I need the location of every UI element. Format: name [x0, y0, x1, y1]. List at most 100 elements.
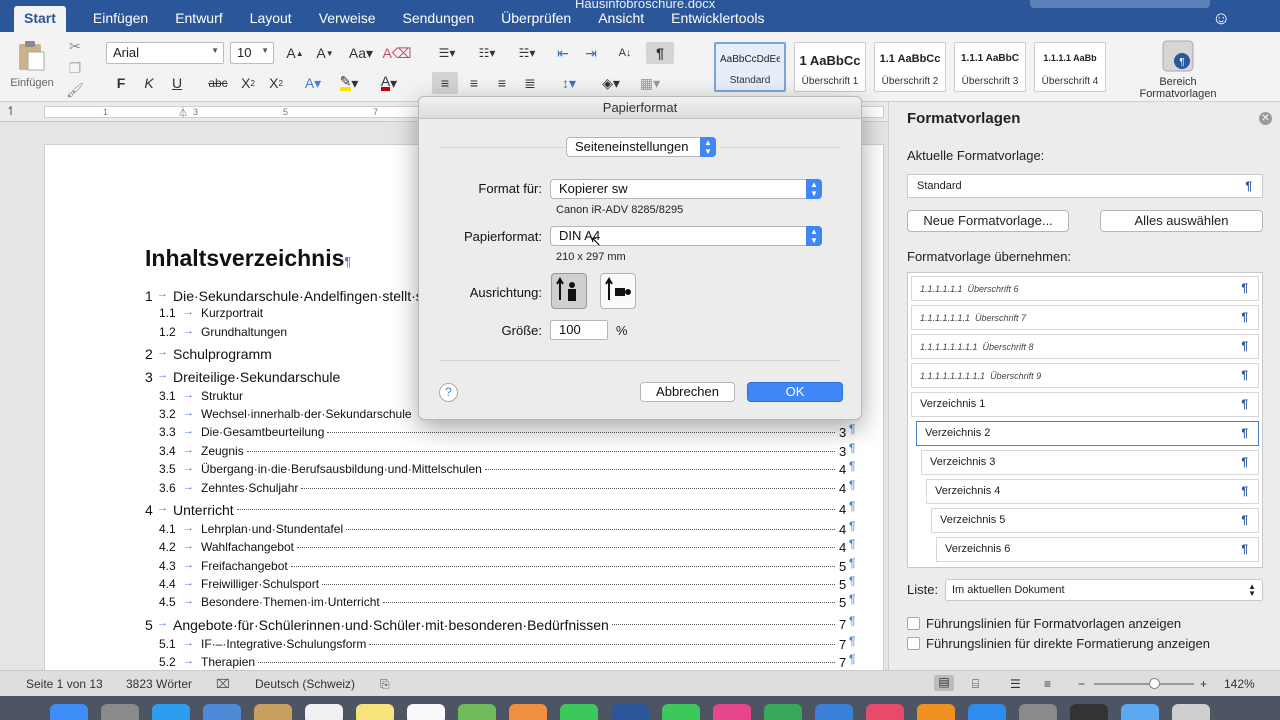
cancel-button[interactable]: Abbrechen — [640, 382, 735, 402]
clear-formatting-icon[interactable]: A⌫ — [382, 42, 411, 64]
styles-pane-icon[interactable]: ¶ — [1158, 38, 1198, 74]
style-überschrift-3[interactable]: 1.1.1 AaBbC Überschrift 3 — [954, 42, 1026, 92]
launchpad-icon[interactable] — [101, 704, 139, 720]
word-count[interactable]: 3823 Wörter — [126, 677, 192, 691]
tab-start[interactable]: Start — [14, 6, 66, 32]
folder-icon[interactable] — [1121, 704, 1159, 720]
tab-überprüfen[interactable]: Überprüfen — [501, 8, 571, 32]
indent-marker-icon[interactable]: ⏃ — [178, 104, 188, 119]
change-case-button[interactable]: Aa▾ — [344, 42, 378, 64]
italic-button[interactable]: K — [138, 72, 160, 94]
toc-entry[interactable]: 5 → Angebote·für·Schülerinnen·und·Schüler·… — [145, 614, 865, 635]
font-name-combo[interactable]: Arial ▼ — [106, 42, 224, 64]
contacts-icon[interactable] — [254, 704, 292, 720]
align-left-button[interactable]: ≡ — [432, 72, 458, 94]
landscape-orientation-button[interactable] — [600, 273, 636, 309]
style-list-item[interactable]: Verzeichnis 1 ¶ — [911, 392, 1259, 417]
print-layout-icon[interactable]: ▤ — [934, 675, 954, 691]
toc-entry[interactable]: 3.3 → Die·Gesamtbeurteilung 3 ¶ — [145, 422, 865, 443]
style-standard[interactable]: AaBbCcDdEe Standard — [714, 42, 786, 92]
facetime-icon[interactable] — [662, 704, 700, 720]
tab-entwurf[interactable]: Entwurf — [175, 8, 222, 32]
toc-entry[interactable]: 3.6 → Zehntes·Schuljahr 4 ¶ — [145, 478, 865, 499]
zoom-slider[interactable] — [1094, 678, 1194, 689]
language[interactable]: Deutsch (Schweiz) — [255, 677, 355, 691]
settings-select[interactable]: Seiteneinstellungen ▲ ▼ — [566, 137, 716, 157]
photos-icon[interactable] — [509, 704, 547, 720]
format-for-select[interactable]: Kopierer sw ▲ ▼ — [550, 179, 822, 199]
toc-entry[interactable]: 4 → Unterricht 4 ¶ — [145, 499, 865, 520]
font-size-combo[interactable]: 10 ▼ — [230, 42, 274, 64]
increase-indent-button[interactable]: ⇥ — [580, 42, 602, 64]
show-formatting-marks-button[interactable]: ¶ — [646, 42, 674, 64]
grow-font-button[interactable]: A ▲ — [282, 42, 308, 64]
toc-entry[interactable]: 5.1 → IF·–·Integrative·Schulungsform 7 ¶ — [145, 634, 865, 655]
tab-sendungen[interactable]: Sendungen — [403, 8, 475, 32]
guides-direct-row[interactable]: Führungslinien für direkte Formatierung … — [907, 636, 1210, 651]
word-icon[interactable] — [611, 704, 649, 720]
draft-view-icon[interactable]: ≡ — [1044, 677, 1051, 691]
tab-verweise[interactable]: Verweise — [319, 8, 376, 32]
style-überschrift-1[interactable]: 1 AaBbCc Überschrift 1 — [794, 42, 866, 92]
line-spacing-button[interactable]: ↕▾ — [552, 72, 586, 94]
messages-icon[interactable] — [560, 704, 598, 720]
toc-entry[interactable]: 4.4 → Freiwilliger·Schulsport 5 ¶ — [145, 574, 865, 595]
guides-styles-checkbox[interactable] — [907, 617, 920, 630]
videos-icon[interactable] — [1070, 704, 1108, 720]
guides-styles-row[interactable]: Führungslinien für Formatvorlagen anzeig… — [907, 616, 1181, 631]
toc-entry[interactable]: 4.2 → Wahlfachangebot 4 ¶ — [145, 537, 865, 558]
settings-icon[interactable] — [1019, 704, 1057, 720]
decrease-indent-button[interactable]: ⇤ — [552, 42, 574, 64]
style-list-item[interactable]: Verzeichnis 5 ¶ — [931, 508, 1259, 533]
close-icon[interactable]: ✕ — [1259, 112, 1272, 125]
justify-button[interactable]: ≣ — [518, 72, 542, 94]
borders-button[interactable]: ▦▾ — [632, 72, 668, 94]
toc-entry[interactable]: 4.1 → Lehrplan·und·Stundentafel 4 ¶ — [145, 519, 865, 540]
style-list[interactable]: 1.1.1.1.1.1 Überschrift 6 ¶ 1.1.1.1.1.1.1 Üb… — [907, 272, 1263, 568]
style-list-item[interactable]: 1.1.1.1.1.1.1 Überschrift 7 ¶ — [911, 305, 1259, 330]
zoom-out-icon[interactable]: − — [1078, 677, 1085, 691]
zoom-in-icon[interactable]: + — [1200, 677, 1207, 691]
finder-icon[interactable] — [50, 704, 88, 720]
ibooks-icon[interactable] — [917, 704, 955, 720]
help-button[interactable]: ? — [439, 383, 458, 402]
numbers-icon[interactable] — [764, 704, 802, 720]
search-in-document-input[interactable] — [1030, 0, 1210, 8]
tab-einfügen[interactable]: Einfügen — [93, 8, 148, 32]
music-icon[interactable] — [866, 704, 904, 720]
text-effects-button[interactable]: A▾ — [300, 72, 326, 94]
style-list-item[interactable]: 1.1.1.1.1.1.1.1.1 Überschrift 9 ¶ — [911, 363, 1259, 388]
page-count[interactable]: Seite 1 von 13 — [26, 677, 103, 691]
feedback-smiley-icon[interactable]: ☺ — [1212, 8, 1230, 29]
tab-layout[interactable]: Layout — [250, 8, 292, 32]
style-list-item[interactable]: Verzeichnis 2 ¶ — [916, 421, 1259, 446]
bold-button[interactable]: F — [110, 72, 132, 94]
underline-button[interactable]: U — [166, 72, 188, 94]
new-style-button[interactable]: Neue Formatvorlage... — [907, 210, 1069, 232]
style-list-item[interactable]: 1.1.1.1.1.1.1.1 Überschrift 8 ¶ — [911, 334, 1259, 359]
trash-icon[interactable] — [1172, 704, 1210, 720]
tab-ansicht[interactable]: Ansicht — [598, 8, 644, 32]
align-center-button[interactable]: ≡ — [462, 72, 486, 94]
toc-entry[interactable]: 4.5 → Besondere·Themen·im·Unterricht 5 ¶ — [145, 592, 865, 613]
align-right-button[interactable]: ≡ — [490, 72, 514, 94]
bullets-button[interactable]: ☰▾ — [430, 42, 464, 64]
shading-button[interactable]: ◈▾ — [594, 72, 628, 94]
mail-icon[interactable] — [203, 704, 241, 720]
itunes-icon[interactable] — [713, 704, 751, 720]
style-list-item[interactable]: 1.1.1.1.1.1 Überschrift 6 ¶ — [911, 276, 1259, 301]
style-list-item[interactable]: Verzeichnis 3 ¶ — [921, 450, 1259, 475]
portrait-orientation-button[interactable] — [551, 273, 587, 309]
keynote-icon[interactable] — [815, 704, 853, 720]
strikethrough-button[interactable]: abc — [204, 72, 232, 94]
style-überschrift-2[interactable]: 1.1 AaBbCc Überschrift 2 — [874, 42, 946, 92]
reminders-icon[interactable] — [407, 704, 445, 720]
sort-button[interactable]: A↓ — [614, 42, 636, 64]
style-list-item[interactable]: Verzeichnis 4 ¶ — [926, 479, 1259, 504]
toc-entry[interactable]: 4.3 → Freifachangebot 5 ¶ — [145, 556, 865, 577]
toc-entry[interactable]: 5.2 → Therapien 7 ¶ — [145, 652, 865, 670]
appstore-icon[interactable] — [968, 704, 1006, 720]
ok-button[interactable]: OK — [747, 382, 843, 402]
copy-icon[interactable]: ❐ — [66, 60, 84, 76]
notes-icon[interactable] — [356, 704, 394, 720]
